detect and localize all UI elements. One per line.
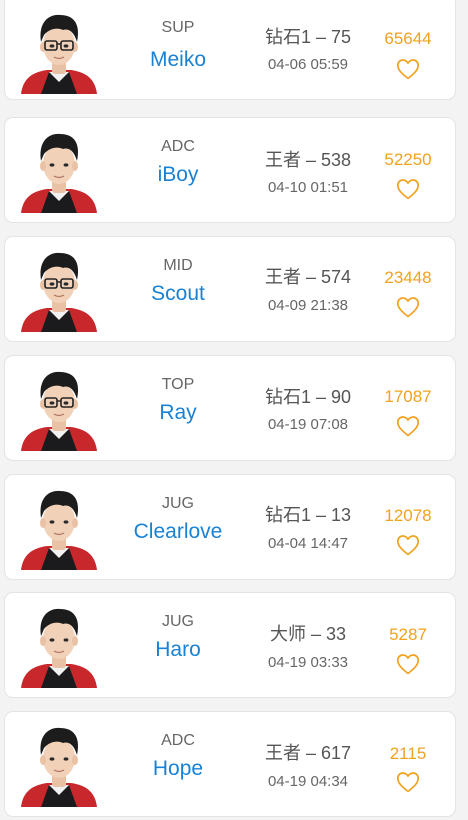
player-time: 04-06 05:59 bbox=[267, 56, 349, 73]
player-card[interactable]: TOP Ray 钻石1 – 90 04-19 07:08 17087 bbox=[4, 355, 456, 461]
player-name[interactable]: Clearlove bbox=[113, 519, 243, 545]
player-role: SUP bbox=[161, 19, 195, 36]
heart-outline-icon bbox=[396, 535, 420, 556]
player-list: SUP Meiko 钻石1 – 75 04-06 05:59 65644 ADC… bbox=[0, 0, 468, 820]
like-button[interactable] bbox=[396, 771, 420, 793]
player-portrait bbox=[19, 8, 99, 94]
heart-outline-icon bbox=[396, 59, 420, 80]
heart-outline-icon bbox=[396, 179, 420, 200]
player-avatar bbox=[19, 365, 99, 451]
like-button[interactable] bbox=[396, 653, 420, 675]
player-rank: 大师 – 33 bbox=[269, 624, 347, 644]
player-avatar bbox=[19, 721, 99, 807]
player-name[interactable]: Scout bbox=[113, 281, 243, 307]
player-role: ADC bbox=[161, 732, 195, 749]
player-card[interactable]: JUG Clearlove 钻石1 – 13 04-04 14:47 12078 bbox=[4, 474, 456, 580]
player-rank: 钻石1 – 90 bbox=[264, 387, 352, 407]
player-time: 04-09 21:38 bbox=[267, 297, 349, 314]
heart-outline-icon bbox=[396, 654, 420, 675]
heart-outline-icon bbox=[396, 416, 420, 437]
player-card[interactable]: JUG Haro 大师 – 33 04-19 03:33 5287 bbox=[4, 592, 456, 698]
player-role: JUG bbox=[162, 495, 194, 512]
like-button[interactable] bbox=[396, 296, 420, 318]
player-score: 12078 bbox=[384, 506, 432, 525]
player-rank: 王者 – 617 bbox=[264, 743, 352, 763]
player-role: MID bbox=[163, 257, 193, 274]
player-time: 04-04 14:47 bbox=[267, 535, 349, 552]
player-avatar bbox=[19, 8, 99, 94]
player-portrait bbox=[19, 721, 99, 807]
player-portrait bbox=[19, 602, 99, 688]
player-score: 17087 bbox=[384, 387, 432, 406]
player-rank: 钻石1 – 13 bbox=[264, 505, 352, 525]
player-portrait bbox=[19, 484, 99, 570]
player-role: ADC bbox=[161, 138, 195, 155]
player-score: 23448 bbox=[384, 268, 432, 287]
player-avatar bbox=[19, 602, 99, 688]
player-time: 04-10 01:51 bbox=[267, 179, 349, 196]
player-card[interactable]: MID Scout 王者 – 574 04-09 21:38 23448 bbox=[4, 236, 456, 342]
player-score: 65644 bbox=[384, 29, 432, 48]
like-button[interactable] bbox=[396, 534, 420, 556]
player-name[interactable]: Haro bbox=[113, 637, 243, 663]
player-role: JUG bbox=[162, 613, 194, 630]
player-card[interactable]: SUP Meiko 钻石1 – 75 04-06 05:59 65644 bbox=[4, 0, 456, 100]
player-rank: 王者 – 538 bbox=[264, 150, 352, 170]
player-card[interactable]: ADC Hope 王者 – 617 04-19 04:34 2115 bbox=[4, 711, 456, 817]
player-score: 52250 bbox=[384, 150, 432, 169]
player-role: TOP bbox=[161, 376, 195, 393]
player-name[interactable]: iBoy bbox=[113, 162, 243, 188]
player-time: 04-19 03:33 bbox=[267, 654, 349, 671]
player-rank: 王者 – 574 bbox=[264, 267, 352, 287]
player-rank: 钻石1 – 75 bbox=[264, 27, 352, 47]
player-avatar bbox=[19, 484, 99, 570]
like-button[interactable] bbox=[396, 58, 420, 80]
player-time: 04-19 04:34 bbox=[267, 773, 349, 790]
player-portrait bbox=[19, 246, 99, 332]
player-portrait bbox=[19, 365, 99, 451]
player-name[interactable]: Ray bbox=[113, 400, 243, 426]
heart-outline-icon bbox=[396, 772, 420, 793]
player-name[interactable]: Hope bbox=[113, 756, 243, 782]
player-score: 2115 bbox=[389, 744, 427, 763]
player-avatar bbox=[19, 127, 99, 213]
player-portrait bbox=[19, 127, 99, 213]
player-score: 5287 bbox=[389, 625, 427, 644]
like-button[interactable] bbox=[396, 178, 420, 200]
player-name[interactable]: Meiko bbox=[113, 47, 243, 73]
like-button[interactable] bbox=[396, 415, 420, 437]
player-card[interactable]: ADC iBoy 王者 – 538 04-10 01:51 52250 bbox=[4, 117, 456, 223]
heart-outline-icon bbox=[396, 297, 420, 318]
player-time: 04-19 07:08 bbox=[267, 416, 349, 433]
player-avatar bbox=[19, 246, 99, 332]
